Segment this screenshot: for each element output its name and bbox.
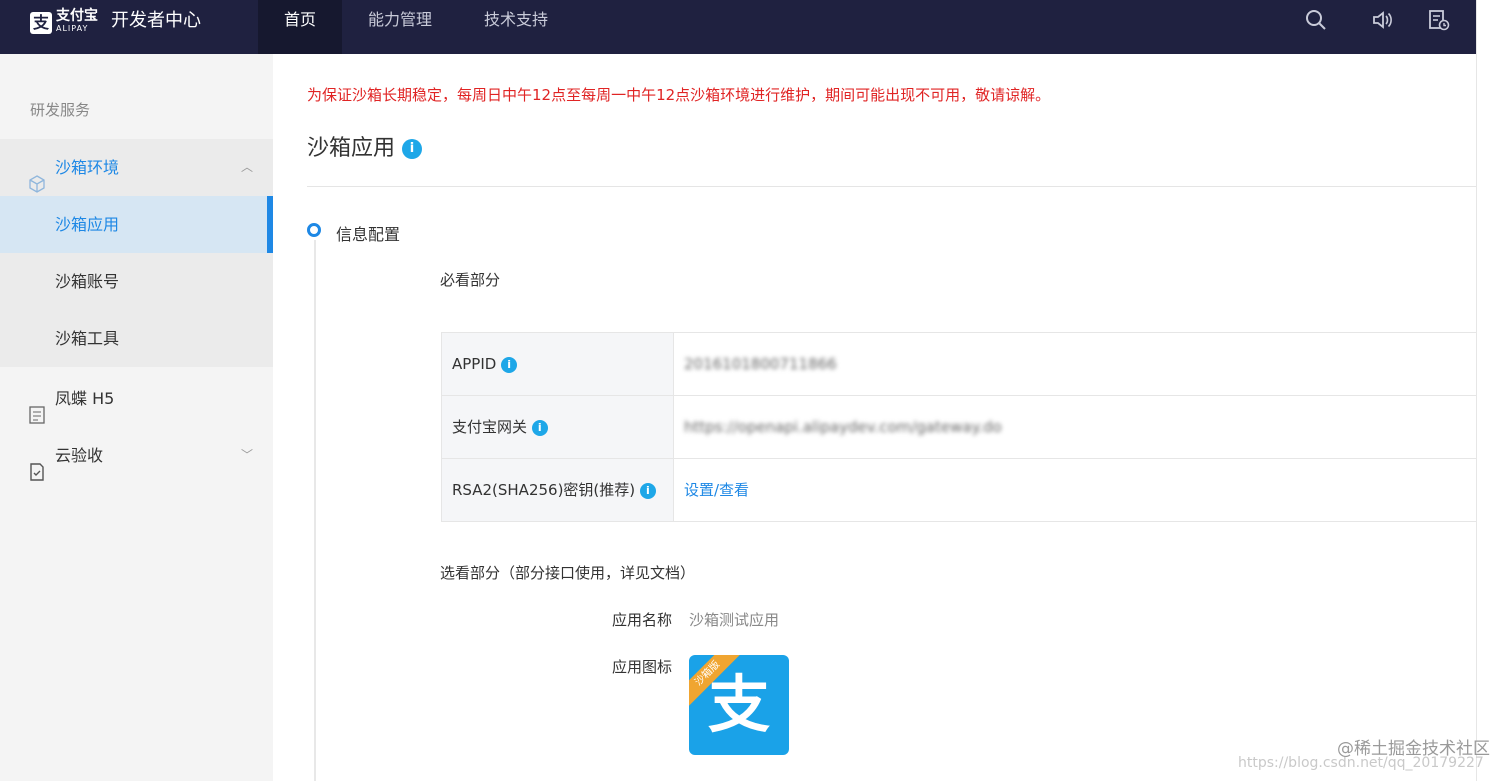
sidebar-item-label: 凤蝶 H5 bbox=[55, 389, 115, 408]
sidebar-item-label: 沙箱账号 bbox=[55, 272, 120, 291]
app-name-value: 沙箱测试应用 bbox=[689, 611, 780, 629]
timeline-line bbox=[314, 240, 316, 781]
table-value: https://openapi.alipaydev.com/gateway.do bbox=[674, 396, 1477, 458]
table-value: 设置/查看 bbox=[674, 459, 1477, 521]
info-icon[interactable]: i bbox=[639, 482, 656, 499]
page-title-text: 沙箱应用 bbox=[307, 136, 396, 161]
info-icon[interactable]: i bbox=[402, 139, 423, 159]
key-label: 支付宝网关 bbox=[452, 418, 528, 436]
info-icon[interactable]: i bbox=[501, 356, 518, 373]
doc-check-icon bbox=[28, 447, 46, 481]
sidebar-item-sandbox-app[interactable]: 沙箱应用 bbox=[0, 196, 273, 253]
nav-home[interactable]: 首页 bbox=[258, 0, 343, 54]
main-nav: 首页 能力管理 技术支持 bbox=[258, 0, 574, 54]
rsa-key-link[interactable]: 设置/查看 bbox=[684, 481, 749, 499]
alipay-logo[interactable]: 支付宝 ALIPAY bbox=[56, 8, 98, 34]
sidebar-item-sandbox-tools[interactable]: 沙箱工具 bbox=[0, 310, 273, 367]
divider bbox=[307, 186, 1476, 187]
chevron-down-icon: ﹀ bbox=[240, 448, 253, 462]
appid-value: 2016101800711866 bbox=[684, 355, 837, 373]
box-icon bbox=[28, 159, 46, 193]
app-info-table: APPID i 2016101800711866 支付宝网关 i https:/… bbox=[441, 332, 1477, 522]
top-navbar: 支 支付宝 ALIPAY 开发者中心 首页 能力管理 技术支持 bbox=[0, 0, 1476, 54]
speaker-icon[interactable] bbox=[1371, 9, 1393, 31]
sidebar-item-label: 云验收 bbox=[55, 446, 104, 465]
table-key: APPID i bbox=[442, 333, 674, 395]
info-icon[interactable]: i bbox=[531, 419, 548, 436]
maintenance-notice: 为保证沙箱长期稳定，每周日中午12点至每周一中午12点沙箱环境进行维护，期间可能… bbox=[307, 86, 1051, 104]
app-name-label: 应用名称 bbox=[611, 611, 672, 629]
sidebar-item-label: 沙箱环境 bbox=[55, 158, 120, 177]
watermark: @稀土掘金技术社区 bbox=[1337, 739, 1490, 759]
table-row: 支付宝网关 i https://openapi.alipaydev.com/ga… bbox=[442, 396, 1477, 459]
site-title[interactable]: 开发者中心 bbox=[111, 10, 201, 32]
notice-icon[interactable] bbox=[1428, 9, 1450, 31]
required-section-label: 必看部分 bbox=[440, 271, 501, 289]
logo-text-cn: 支付宝 bbox=[56, 8, 98, 24]
nav-capability[interactable]: 能力管理 bbox=[342, 0, 458, 54]
logo-text-en: ALIPAY bbox=[56, 24, 89, 33]
chevron-up-icon: ︿ bbox=[240, 160, 253, 174]
page-title: 沙箱应用 i bbox=[307, 130, 423, 162]
page-icon bbox=[28, 390, 46, 424]
optional-section-label: 选看部分（部分接口使用，详见文档） bbox=[440, 564, 696, 582]
sidebar-item-sandbox-account[interactable]: 沙箱账号 bbox=[0, 253, 273, 310]
sidebar-item-cloud-acceptance[interactable]: 云验收 ﹀ bbox=[0, 427, 273, 484]
app-icon-label: 应用图标 bbox=[611, 658, 672, 676]
key-label: RSA2(SHA256)密钥(推荐) bbox=[452, 481, 636, 499]
sidebar-item-fengdie-h5[interactable]: 凤蝶 H5 bbox=[0, 370, 273, 427]
alipay-logo-icon[interactable]: 支 bbox=[30, 12, 52, 34]
table-key: RSA2(SHA256)密钥(推荐) i bbox=[442, 459, 674, 521]
gateway-value: https://openapi.alipaydev.com/gateway.do bbox=[684, 418, 1002, 436]
table-key: 支付宝网关 i bbox=[442, 396, 674, 458]
sidebar-item-sandbox-env[interactable]: 沙箱环境 ︿ bbox=[0, 139, 273, 196]
search-icon[interactable] bbox=[1305, 9, 1327, 31]
app-icon-image: 支 沙箱版 bbox=[689, 655, 789, 755]
sidebar: 研发服务 沙箱环境 ︿ 沙箱应用 沙箱账号 沙箱工具 凤蝶 H5 云验收 ﹀ bbox=[0, 54, 273, 781]
key-label: APPID bbox=[452, 355, 497, 373]
step-label: 信息配置 bbox=[336, 225, 401, 244]
table-row: RSA2(SHA256)密钥(推荐) i 设置/查看 bbox=[442, 459, 1477, 522]
sidebar-item-label: 沙箱工具 bbox=[55, 329, 120, 348]
step-marker-icon bbox=[307, 223, 321, 237]
sidebar-item-label: 沙箱应用 bbox=[55, 215, 120, 234]
nav-support[interactable]: 技术支持 bbox=[458, 0, 574, 54]
table-row: APPID i 2016101800711866 bbox=[442, 333, 1477, 396]
sidebar-group-title: 研发服务 bbox=[30, 101, 91, 119]
table-value: 2016101800711866 bbox=[674, 333, 1477, 395]
scroll-gutter bbox=[1476, 0, 1512, 781]
